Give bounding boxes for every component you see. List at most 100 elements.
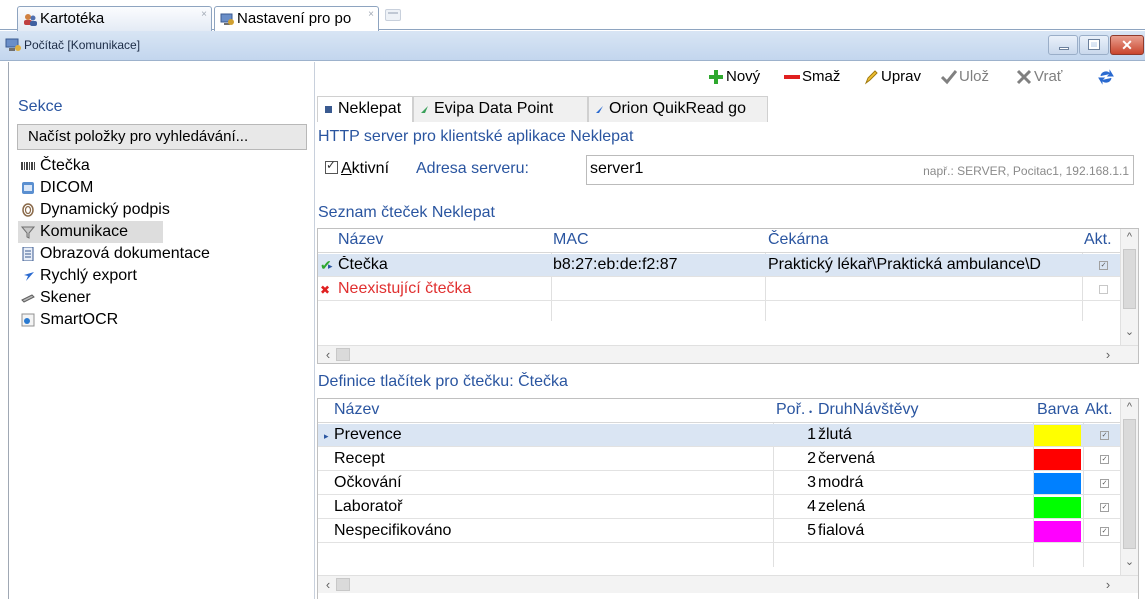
chevron-down-icon[interactable]: ⌄ [1121,555,1138,571]
chevron-right-icon[interactable]: › [1100,347,1116,362]
color-swatch[interactable] [1034,449,1081,470]
button-visit-type: fialová [818,522,865,539]
people-icon [24,14,37,26]
scroll-thumb[interactable] [1123,419,1136,549]
drop-icon [596,106,603,113]
delete-button[interactable]: Smaž [784,66,850,90]
column-header-visit-type[interactable]: DruhNávštěvy [818,401,918,419]
server-address-input[interactable]: server1 např.: SERVER, Pocitac1, 192.168… [586,155,1134,185]
close-icon[interactable]: × [201,9,207,20]
sidebar-item-label: Obrazová dokumentace [40,245,210,262]
tab-orion-quikread-go[interactable]: Orion QuikRead go [588,96,768,122]
column-header-name[interactable]: Název [334,401,379,419]
button-name: Prevence [334,426,402,443]
window-titlebar: Počítač [Komunikace] ✕ [0,31,1145,61]
column-header-mac[interactable]: MAC [553,231,589,249]
sidebar-item-dicom[interactable]: DICOM [18,177,308,199]
horizontal-scrollbar[interactable]: ‹ › [318,575,1138,593]
chevron-down-icon[interactable]: ⌄ [1121,325,1138,341]
save-label: Ulož [959,68,990,85]
maximize-button[interactable] [1079,35,1109,55]
chevron-left-icon[interactable]: ‹ [320,347,336,362]
edit-button[interactable]: Uprav [863,66,935,90]
sidebar-item-label: Rychlý export [40,267,137,284]
table-row[interactable]: Recept 2 červená ✓ [318,448,1120,471]
row-pointer-icon: ▸ [324,431,329,441]
column-header-active[interactable]: Akt. [1085,401,1113,419]
inactive-checkbox-icon[interactable] [1099,285,1108,294]
close-icon: ✕ [1121,37,1133,53]
column-header-color[interactable]: Barva [1037,401,1079,419]
tab-neklepat[interactable]: Neklepat [317,96,413,122]
sidebar-item-ctecka[interactable]: Čtečka [18,155,308,177]
active-checkbox[interactable]: Aktivní [325,158,389,178]
scroll-thumb[interactable] [336,578,350,591]
horizontal-scrollbar[interactable]: ‹ › [318,345,1138,363]
new-button[interactable]: Nový [708,66,772,90]
table-header: Název Poř. • DruhNávštěvy Barva Akt. [318,399,1138,423]
tab-evipa-data-point[interactable]: Evipa Data Point [413,96,588,122]
table-row[interactable]: Laboratoř 4 zelená ✓ [318,496,1120,519]
color-swatch[interactable] [1034,473,1081,494]
active-checkbox-icon[interactable]: ✓ [1100,431,1109,440]
dicom-icon [22,182,34,194]
column-header-order[interactable]: Poř. [776,401,805,419]
table-row[interactable]: Očkování 3 modrá ✓ [318,472,1120,495]
scroll-thumb[interactable] [1123,249,1136,309]
chevron-up-icon[interactable]: ^ [1121,401,1138,417]
tab-nastaveni[interactable]: Nastavení pro po × [214,6,379,31]
ocr-icon [21,313,35,327]
revert-label: Vrať [1034,68,1063,85]
active-checkbox-icon[interactable]: ✓ [1100,527,1109,536]
button-name: Recept [334,450,385,467]
chevron-up-icon[interactable]: ^ [1121,231,1138,247]
active-checkbox-icon[interactable]: ✓ [1100,503,1109,512]
active-checkbox-icon[interactable]: ✓ [1099,261,1108,270]
tab-kartoteka[interactable]: Kartotéka × [17,6,212,31]
delete-label: Smaž [802,68,841,85]
sort-indicator-icon: • [809,407,813,417]
refresh-button[interactable] [1098,66,1118,90]
color-swatch[interactable] [1034,497,1081,518]
revert-button[interactable]: Vrať [1016,66,1076,90]
sidebar-item-dynamicky-podpis[interactable]: Dynamický podpis [18,199,308,221]
vertical-scrollbar[interactable]: ^ ⌄ [1120,229,1138,345]
button-visit-type: modrá [818,474,864,491]
minimize-button[interactable] [1048,35,1078,55]
chevron-right-icon[interactable]: › [1100,577,1116,592]
fingerprint-icon [22,203,34,217]
sidebar-item-komunikace[interactable]: Komunikace [18,221,163,243]
close-icon[interactable]: × [368,9,374,20]
sidebar-item-label: DICOM [40,179,94,196]
new-tab-icon[interactable] [385,9,401,21]
close-window-button[interactable]: ✕ [1110,35,1144,55]
sidebar-item-rychly-export[interactable]: Rychlý export [18,265,308,287]
reader-name: Neexistující čtečka [338,280,472,297]
sidebar: Sekce Načíst položky pro vyhledávání... … [0,62,315,599]
scroll-thumb[interactable] [336,348,350,361]
table-row[interactable]: ✖ Neexistující čtečka [318,278,1120,301]
sidebar-item-label: Dynamický podpis [40,201,170,218]
readers-table: Název MAC Čekárna Akt. ✔ ▸ Čtečka b8:27:… [317,228,1139,364]
table-row[interactable]: ▸ Prevence 1 žlutá ✓ [318,424,1120,447]
load-search-items-button[interactable]: Načíst položky pro vyhledávání... [17,124,307,150]
active-checkbox-icon[interactable]: ✓ [1100,479,1109,488]
button-order: 5 [807,522,816,539]
column-header-name[interactable]: Název [338,231,383,249]
column-header-active[interactable]: Akt. [1084,231,1112,249]
active-checkbox-icon[interactable]: ✓ [1100,455,1109,464]
sidebar-item-skener[interactable]: Skener [18,287,308,309]
column-header-waiting-room[interactable]: Čekárna [768,231,828,249]
chevron-left-icon[interactable]: ‹ [320,577,336,592]
sidebar-item-smartocr[interactable]: SmartOCR [18,309,308,331]
table-row[interactable]: ✔ ▸ Čtečka b8:27:eb:de:f2:87 Praktický l… [318,254,1120,277]
maximize-icon [1088,39,1100,50]
save-button[interactable]: Ulož [941,66,1001,90]
sidebar-item-obrazova-dokumentace[interactable]: Obrazová dokumentace [18,243,308,265]
vertical-scrollbar[interactable]: ^ ⌄ [1120,399,1138,575]
reader-mac: b8:27:eb:de:f2:87 [553,256,678,273]
tab-label: Kartotéka [40,10,105,27]
color-swatch[interactable] [1034,521,1081,542]
color-swatch[interactable] [1034,425,1081,446]
table-row[interactable]: Nespecifikováno 5 fialová ✓ [318,520,1120,543]
